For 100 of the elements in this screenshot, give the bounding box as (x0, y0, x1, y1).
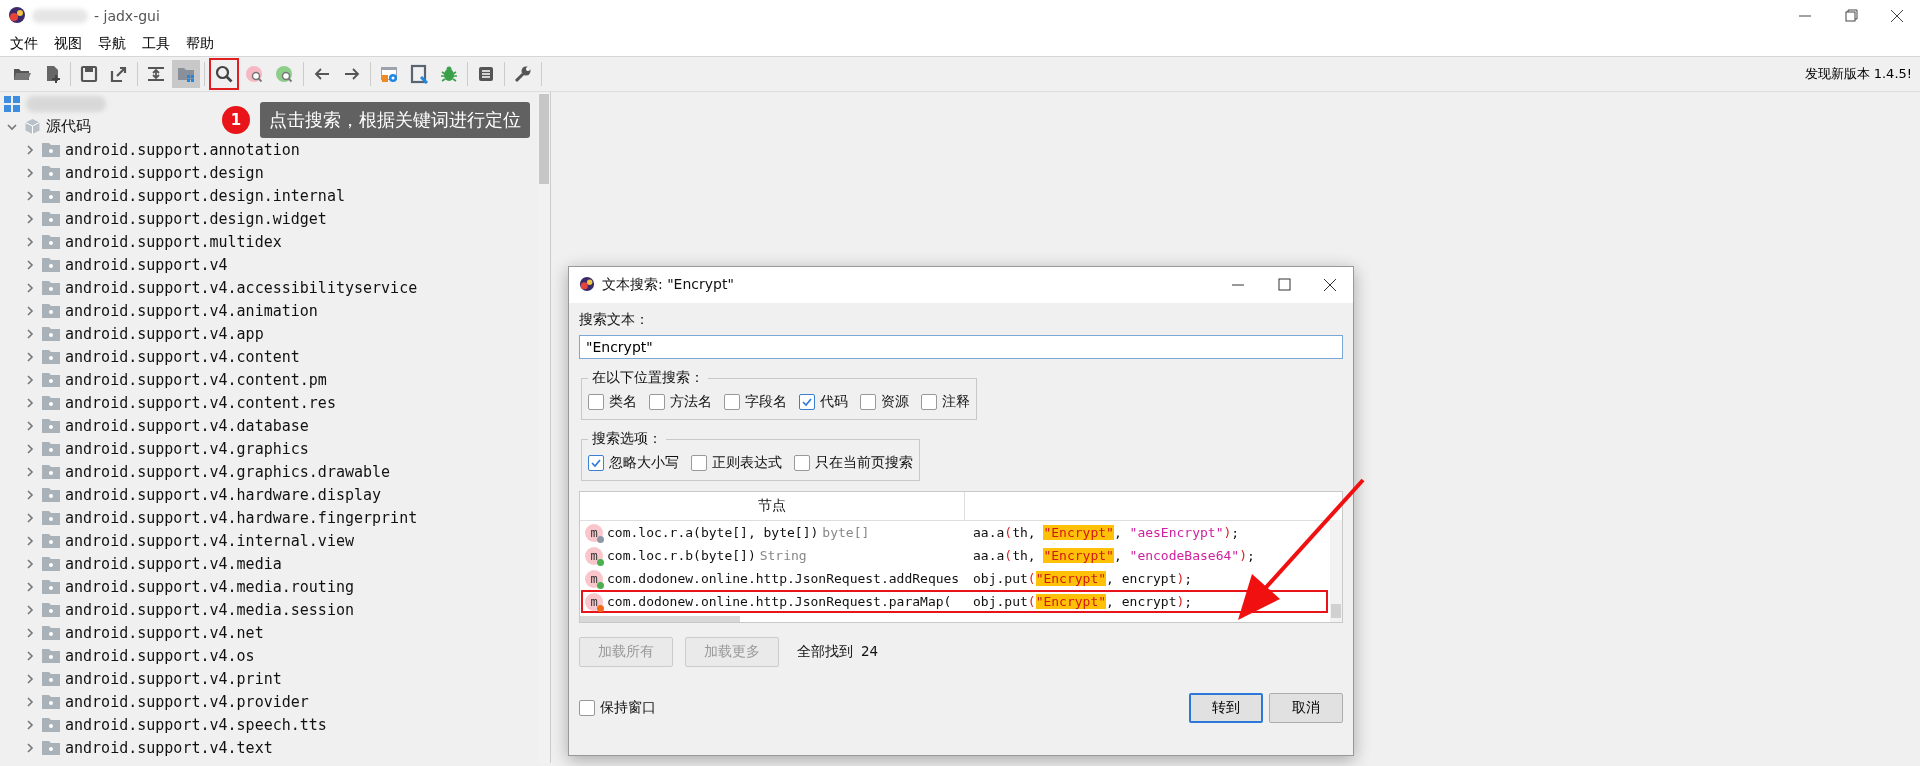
checkbox[interactable] (860, 394, 876, 410)
chevron-right-icon[interactable] (24, 465, 36, 478)
result-row[interactable]: m com.dodonew.online.http.JsonRequest.addReques obj.put("Encrypt", encrypt); (581, 567, 1328, 590)
cancel-button[interactable]: 取消 (1269, 693, 1343, 723)
chevron-right-icon[interactable] (24, 580, 36, 593)
checkbox[interactable] (588, 455, 604, 471)
menu-item[interactable]: 帮助 (178, 35, 222, 53)
chevron-right-icon[interactable] (24, 212, 36, 225)
menu-item[interactable]: 工具 (134, 35, 178, 53)
tree-item[interactable]: android.support.v4.graphics (65, 439, 309, 458)
tree-item[interactable]: android.support.v4.provider (65, 692, 309, 711)
chevron-right-icon[interactable] (24, 557, 36, 570)
tree-item[interactable]: android.support.v4.speech.tts (65, 715, 327, 734)
result-row[interactable]: m com.loc.r.a(byte[], byte[]) byte[] aa.a(th, "Encrypt", "aesEncrypt"); (581, 521, 1328, 544)
chevron-right-icon[interactable] (24, 281, 36, 294)
chevron-right-icon[interactable] (24, 166, 36, 179)
menu-item[interactable]: 导航 (90, 35, 134, 53)
tree-item[interactable]: android.support.design.internal (65, 186, 345, 205)
tree-item[interactable]: android.support.annotation (65, 140, 300, 159)
tree-item[interactable]: android.support.v4.os (65, 646, 255, 665)
folder-icon (42, 717, 60, 732)
goto-button[interactable]: 转到 (1189, 693, 1263, 723)
tree-item[interactable]: android.support.v4.app (65, 324, 264, 343)
chevron-right-icon[interactable] (24, 488, 36, 501)
tree-item[interactable]: android.support.v4.content.res (65, 393, 336, 412)
chevron-right-icon[interactable] (24, 649, 36, 662)
tree-item[interactable]: android.support.v4.content (65, 347, 300, 366)
tree-item[interactable]: android.support.v4.media (65, 554, 282, 573)
chevron-right-icon[interactable] (24, 511, 36, 524)
chevron-right-icon[interactable] (24, 327, 36, 340)
chevron-right-icon[interactable] (24, 419, 36, 432)
tree-item[interactable]: android.support.v4.accessibilityservice (65, 278, 418, 297)
scrollbar-thumb[interactable] (1331, 604, 1341, 618)
chevron-right-icon[interactable] (24, 626, 36, 639)
tree-item[interactable]: android.support.v4.internal.view (65, 531, 354, 550)
tree-item[interactable]: android.support.v4.animation (65, 301, 318, 320)
checkbox[interactable] (691, 455, 707, 471)
chevron-right-icon[interactable] (24, 718, 36, 731)
chevron-right-icon[interactable] (24, 695, 36, 708)
chevron-right-icon[interactable] (24, 741, 36, 754)
tree-item[interactable]: android.support.v4.print (65, 669, 282, 688)
result-row[interactable]: m com.loc.r.b(byte[]) String aa.a(th, "Encrypt", "encodeBase64"); (581, 544, 1328, 567)
folder-icon (42, 211, 60, 226)
tooltip: 点击搜索，根据关键词进行定位 (260, 102, 530, 138)
tree-item[interactable]: android.support.design.widget (65, 209, 327, 228)
tree-item[interactable]: android.support.v4.graphics.drawable (65, 462, 391, 481)
folder-icon (42, 694, 60, 709)
column-header[interactable]: 节点 (580, 492, 965, 520)
chevron-right-icon[interactable] (24, 672, 36, 685)
chevron-right-icon[interactable] (24, 235, 36, 248)
update-notice[interactable]: 发现新版本 1.4.5! (1804, 65, 1912, 83)
checkbox[interactable] (579, 700, 595, 716)
folder-icon (42, 671, 60, 686)
group-title: 在以下位置搜索： (591, 369, 705, 387)
tree-item[interactable]: android.support.v4.net (65, 623, 264, 642)
menu-item[interactable]: 视图 (46, 35, 90, 53)
sync-icon (146, 64, 166, 84)
folder-icon (42, 326, 60, 341)
chevron-right-icon[interactable] (24, 189, 36, 202)
tree-item[interactable]: android.support.v4.text (65, 738, 273, 757)
checkbox[interactable] (921, 394, 937, 410)
tree-item[interactable]: android.support.v4.media.session (65, 600, 354, 619)
chevron-right-icon[interactable] (24, 534, 36, 547)
tree-item[interactable]: android.support.multidex (65, 232, 282, 251)
chevron-right-icon[interactable] (24, 373, 36, 386)
tree-item[interactable]: 源代码 (46, 117, 91, 136)
chevron-right-icon[interactable] (24, 350, 36, 363)
chevron-right-icon[interactable] (24, 442, 36, 455)
menu-item[interactable]: 文件 (2, 35, 46, 53)
chevron-right-icon[interactable] (24, 258, 36, 271)
tree-item[interactable]: android.support.v4.database (65, 416, 309, 435)
result-signature: com.loc.r.b(byte[]) (607, 548, 756, 563)
group-title: 搜索选项： (591, 430, 663, 448)
scrollbar-thumb[interactable] (539, 94, 549, 184)
tree-item[interactable]: android.support.v4.hardware.display (65, 485, 382, 504)
checkbox-label: 忽略大小写 (609, 454, 679, 472)
chevron-right-icon[interactable] (24, 304, 36, 317)
class-search-icon (245, 64, 265, 84)
checkbox[interactable] (794, 455, 810, 471)
folder-icon (42, 418, 60, 433)
return-type: byte[] (822, 525, 870, 540)
app-logo-icon (8, 5, 26, 24)
tree-item[interactable]: android.support.v4.content.pm (65, 370, 327, 389)
chevron-right-icon[interactable] (24, 603, 36, 616)
checkbox[interactable] (649, 394, 665, 410)
tree-item[interactable]: android.support.v4.media.routing (65, 577, 354, 596)
chevron-right-icon[interactable] (24, 143, 36, 156)
checkbox-label: 类名 (609, 393, 637, 411)
tree-item[interactable]: android.support.design (65, 163, 264, 182)
checkbox[interactable] (799, 394, 815, 410)
checkbox[interactable] (588, 394, 604, 410)
chevron-right-icon[interactable] (24, 396, 36, 409)
scrollbar-thumb[interactable] (580, 616, 740, 622)
tree-item[interactable]: android.support.v4.hardware.fingerprint (65, 508, 418, 527)
checkbox[interactable] (724, 394, 740, 410)
bug-icon (439, 64, 459, 84)
tree-item[interactable]: android.support.v4 (65, 255, 228, 274)
method-letter: m (585, 592, 603, 611)
search-field[interactable]: "Encrypt" (579, 335, 1343, 359)
search-button[interactable] (209, 58, 239, 90)
